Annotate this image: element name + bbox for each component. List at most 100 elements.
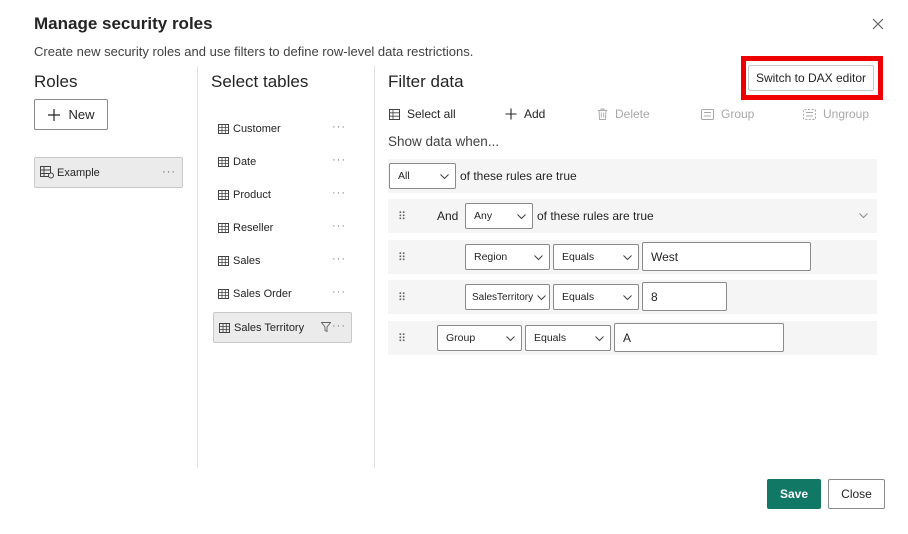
add-rule-button[interactable]: Add: [505, 107, 545, 121]
drag-handle-icon[interactable]: ⠿: [398, 332, 406, 345]
rule-row: ⠿ Region Equals West: [388, 240, 877, 274]
ungroup-label: Ungroup: [823, 107, 870, 121]
role-icon: [40, 166, 54, 179]
select-all-label: Select all: [407, 107, 456, 121]
show-data-when-label: Show data when...: [388, 134, 500, 149]
top-condition-row: All of these rules are true: [388, 159, 877, 193]
drag-handle-icon[interactable]: ⠿: [398, 251, 406, 264]
top-quantifier-dropdown[interactable]: All: [389, 163, 456, 189]
chevron-down-icon: [622, 252, 633, 263]
dropdown-value: Equals: [562, 251, 595, 263]
more-options-icon[interactable]: ···: [332, 286, 346, 298]
group-connector: And: [437, 209, 459, 223]
plus-icon: [505, 108, 517, 120]
chevron-down-icon: [516, 211, 527, 222]
group-icon: [701, 108, 714, 120]
column-dropdown[interactable]: Region: [465, 244, 550, 270]
select-all-button[interactable]: Select all: [389, 107, 456, 121]
add-label: Add: [524, 107, 546, 121]
new-role-label: New: [68, 107, 95, 122]
table-icon: [219, 322, 230, 333]
table-item-date[interactable]: Date ···: [213, 147, 352, 177]
table-item-label: Sales Order: [233, 288, 292, 300]
table-item-sales-territory[interactable]: Sales Territory ···: [213, 312, 352, 343]
drag-handle-icon[interactable]: ⠿: [398, 210, 406, 223]
column-divider: [197, 66, 198, 468]
chevron-down-icon: [533, 252, 544, 263]
rule-row: ⠿ SalesTerritory Equals 8: [388, 280, 877, 314]
table-icon: [218, 157, 229, 167]
operator-dropdown[interactable]: Equals: [553, 284, 639, 310]
more-options-icon[interactable]: ···: [162, 166, 176, 178]
dropdown-value: Equals: [562, 291, 595, 303]
filter-icon: [321, 322, 331, 332]
table-item-label: Sales Territory: [234, 321, 305, 334]
chevron-down-icon: [505, 333, 516, 344]
table-item-customer[interactable]: Customer ···: [213, 114, 352, 144]
plus-icon: [47, 108, 61, 122]
dax-button-highlight: [741, 56, 883, 100]
table-item-sales-order[interactable]: Sales Order ···: [213, 279, 352, 309]
chevron-down-icon: [439, 171, 450, 182]
table-item-sales[interactable]: Sales ···: [213, 246, 352, 276]
dropdown-value: Any: [474, 210, 493, 222]
dropdown-value: All: [398, 170, 410, 182]
table-item-label: Sales: [233, 255, 261, 267]
rule-row: ⠿ Group Equals A: [388, 321, 877, 355]
more-options-icon[interactable]: ···: [332, 121, 346, 133]
drag-handle-icon[interactable]: ⠿: [398, 291, 406, 304]
dropdown-value: Region: [474, 251, 508, 263]
select-all-icon: [389, 108, 400, 120]
table-icon: [218, 289, 229, 299]
close-icon[interactable]: [870, 16, 886, 32]
table-icon: [218, 256, 229, 266]
table-item-reseller[interactable]: Reseller ···: [213, 213, 352, 243]
group-condition-row: ⠿ And Any of these rules are true: [388, 199, 877, 233]
role-item-label: Example: [57, 166, 100, 179]
close-button[interactable]: Close: [828, 479, 885, 509]
column-dropdown[interactable]: SalesTerritory: [465, 284, 550, 310]
table-icon: [218, 223, 229, 233]
more-options-icon[interactable]: ···: [332, 187, 346, 199]
table-icon: [218, 190, 229, 200]
more-options-icon[interactable]: ···: [332, 320, 346, 332]
value-input[interactable]: West: [642, 242, 811, 271]
condition-suffix: of these rules are true: [460, 169, 577, 183]
column-divider: [374, 66, 375, 468]
group-label: Group: [721, 107, 755, 121]
dropdown-value: Group: [446, 332, 476, 344]
value-input[interactable]: 8: [642, 282, 727, 311]
dropdown-value: SalesTerritory: [472, 291, 534, 303]
more-options-icon[interactable]: ···: [332, 253, 346, 265]
more-options-icon[interactable]: ···: [332, 154, 346, 166]
role-item-example[interactable]: Example ···: [34, 157, 183, 188]
value-input[interactable]: A: [614, 323, 784, 352]
ungroup-button[interactable]: Ungroup: [803, 107, 869, 121]
group-quantifier-dropdown[interactable]: Any: [465, 203, 533, 229]
dialog-title: Manage security roles: [34, 14, 213, 33]
new-role-button[interactable]: New: [34, 99, 108, 130]
dialog-subtitle: Create new security roles and use filter…: [34, 44, 474, 59]
roles-heading: Roles: [34, 72, 78, 91]
group-button[interactable]: Group: [701, 107, 754, 121]
table-icon: [218, 124, 229, 134]
table-item-label: Customer: [233, 123, 281, 135]
collapse-chevron-icon[interactable]: [858, 210, 869, 221]
delete-button[interactable]: Delete: [597, 107, 650, 121]
table-item-product[interactable]: Product ···: [213, 180, 352, 210]
trash-icon: [597, 108, 608, 120]
operator-dropdown[interactable]: Equals: [525, 325, 611, 351]
more-options-icon[interactable]: ···: [332, 220, 346, 232]
ungroup-icon: [803, 108, 816, 120]
tables-heading: Select tables: [211, 72, 309, 91]
save-button[interactable]: Save: [767, 479, 821, 509]
table-item-label: Reseller: [233, 222, 274, 234]
operator-dropdown[interactable]: Equals: [553, 244, 639, 270]
chevron-down-icon: [594, 333, 605, 344]
dropdown-value: Equals: [534, 332, 567, 344]
table-item-label: Date: [233, 156, 257, 168]
table-item-label: Product: [233, 189, 271, 201]
column-dropdown[interactable]: Group: [437, 325, 522, 351]
delete-label: Delete: [615, 107, 650, 121]
condition-suffix: of these rules are true: [537, 209, 654, 223]
